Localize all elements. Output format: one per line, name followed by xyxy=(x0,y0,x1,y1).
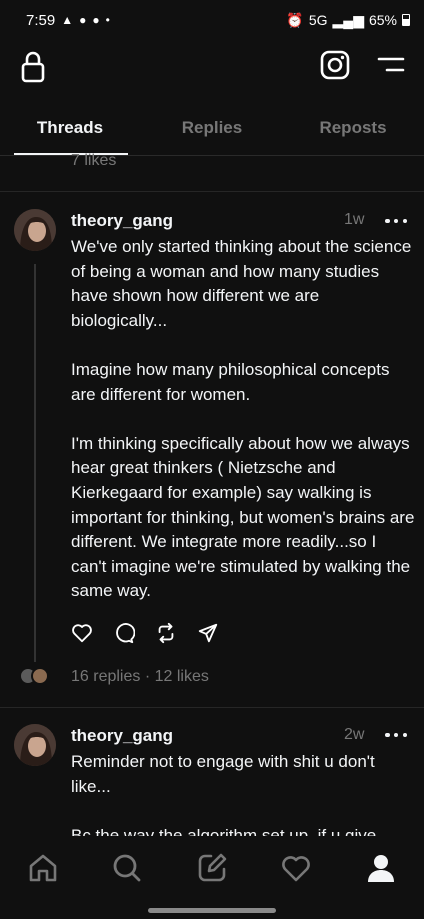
search-icon[interactable] xyxy=(111,852,143,884)
thread-line xyxy=(34,264,36,662)
post-body: Reminder not to engage with shit u don't… xyxy=(71,752,377,838)
top-bar xyxy=(0,44,424,90)
repost-icon[interactable] xyxy=(155,622,177,644)
post-stats[interactable]: 16 replies · 12 likes xyxy=(71,668,209,686)
tab-replies[interactable]: Replies xyxy=(142,118,282,138)
menu-icon[interactable] xyxy=(377,54,405,76)
tab-threads[interactable]: Threads xyxy=(0,118,140,138)
avatar-photo xyxy=(14,209,56,251)
status-right: ⏰ 5G ▂▄▆ 65% xyxy=(286,12,410,29)
avatar[interactable] xyxy=(14,724,56,766)
status-left: 7:59 ▲ ● ● • xyxy=(26,12,110,29)
username[interactable]: theory_gang xyxy=(71,726,173,746)
reply-avatars xyxy=(19,667,53,689)
username[interactable]: theory_gang xyxy=(71,211,173,231)
snapchat-icon: ● xyxy=(79,13,87,27)
alarm-icon: ⏰ xyxy=(286,11,304,28)
profile-tabs: Threads Replies Reposts xyxy=(0,100,424,156)
compose-icon[interactable] xyxy=(196,852,228,884)
battery-label: 65% xyxy=(368,12,397,28)
dot-icon: • xyxy=(105,13,110,27)
post-time: 1w xyxy=(344,211,365,228)
comment-icon[interactable] xyxy=(113,622,135,644)
profile-icon[interactable] xyxy=(365,852,397,884)
thread-post: theory_gang 1w We've only started thinki… xyxy=(0,192,424,707)
more-options-icon[interactable] xyxy=(385,731,407,739)
post-actions xyxy=(71,622,219,644)
status-time: 7:59 xyxy=(26,11,56,29)
activity-icon[interactable] xyxy=(280,852,312,884)
lock-icon[interactable] xyxy=(20,50,46,84)
post-body: We've only started thinking about the sc… xyxy=(71,237,415,601)
tab-reposts[interactable]: Reposts xyxy=(283,118,423,138)
home-icon[interactable] xyxy=(27,852,59,884)
network-label: 5G xyxy=(308,12,328,28)
avatar[interactable] xyxy=(14,209,56,251)
status-bar: 7:59 ▲ ● ● • ⏰ 5G ▂▄▆ 65% xyxy=(0,0,424,40)
notification-icon: ▲ xyxy=(61,13,74,27)
battery-icon xyxy=(402,14,410,26)
thread-post: theory_gang 2w Reminder not to engage wi… xyxy=(0,708,424,838)
snapchat-icon-2: ● xyxy=(92,13,100,27)
bottom-nav xyxy=(0,836,424,919)
reply-avatar xyxy=(31,667,49,685)
previous-post-likes[interactable]: 7 likes xyxy=(71,152,116,170)
avatar-photo xyxy=(14,724,56,766)
heart-icon[interactable] xyxy=(71,622,93,644)
share-icon[interactable] xyxy=(197,622,219,644)
instagram-icon[interactable] xyxy=(320,50,350,80)
post-time: 2w xyxy=(344,726,365,743)
gesture-bar[interactable] xyxy=(148,908,276,913)
more-options-icon[interactable] xyxy=(385,217,407,225)
signal-icon: ▂▄▆ xyxy=(332,11,364,28)
